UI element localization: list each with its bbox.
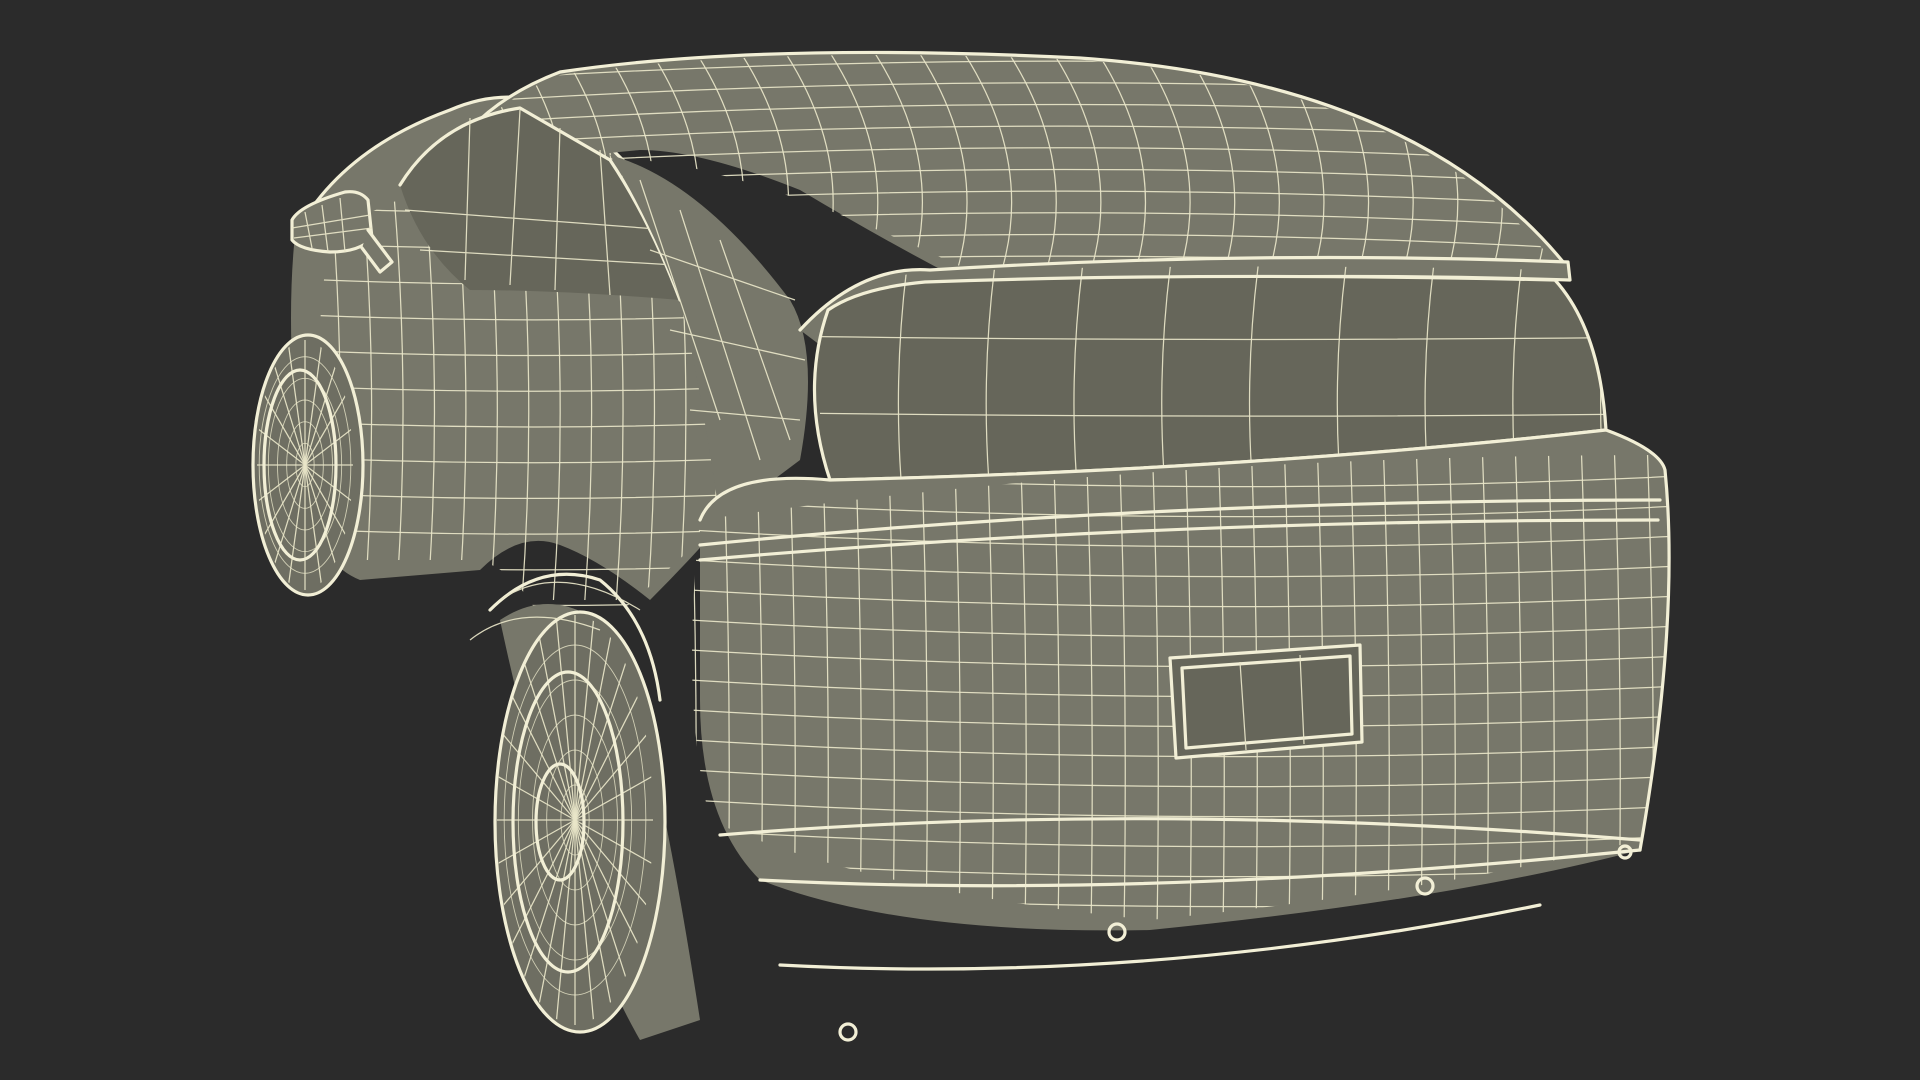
render-viewport xyxy=(0,0,1920,1080)
mesh-edge xyxy=(317,599,720,607)
mesh-edge xyxy=(1680,440,1686,980)
front-wheel xyxy=(493,604,700,1040)
mesh-edge xyxy=(420,18,1580,40)
rear-wheel xyxy=(251,333,365,597)
mesh-edge xyxy=(1580,40,1636,300)
mesh-edge xyxy=(690,980,1680,997)
suv-wireframe-render xyxy=(251,18,1686,1042)
license-plate xyxy=(1168,643,1364,760)
